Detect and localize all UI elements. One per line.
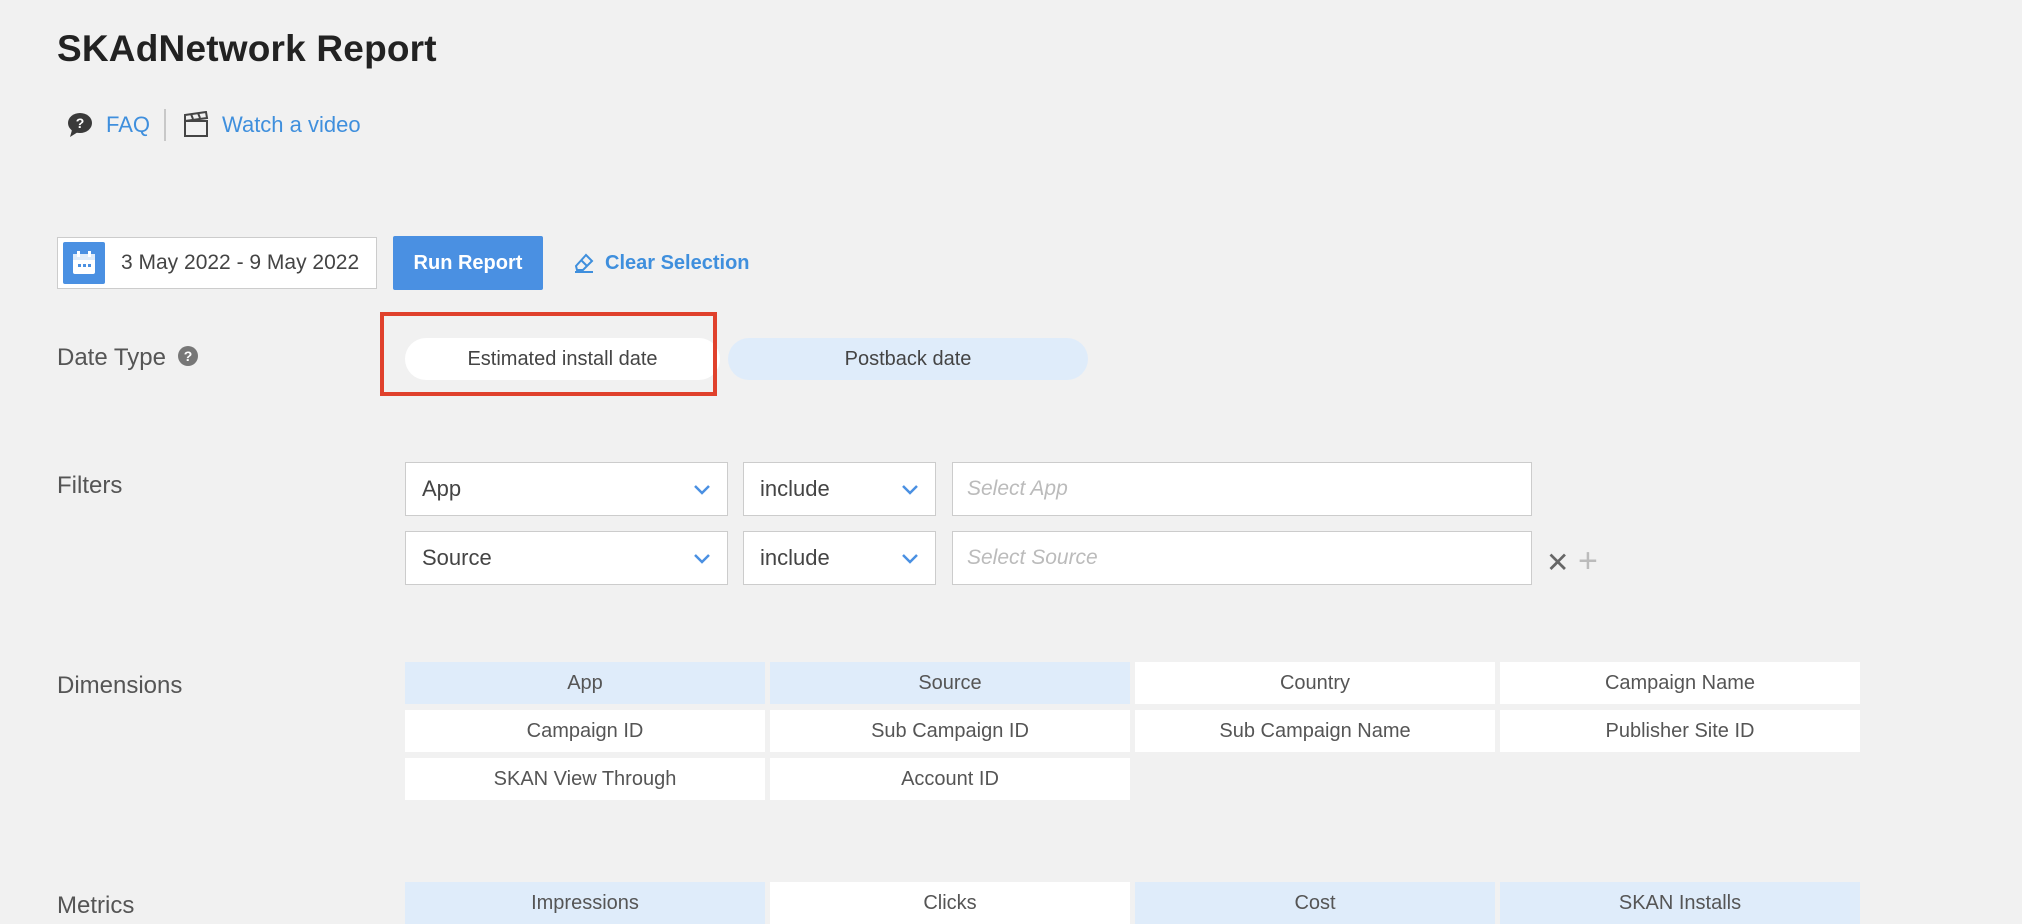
report-toolbar: 3 May 2022 - 9 May 2022 Run Report Clear… bbox=[57, 236, 750, 290]
clear-selection-button[interactable]: Clear Selection bbox=[573, 252, 750, 275]
filter-field-value: Source bbox=[422, 545, 492, 570]
select-app-input[interactable]: Select App bbox=[952, 462, 1532, 516]
clapperboard-icon bbox=[184, 111, 209, 137]
add-filter-icon[interactable]: + bbox=[1578, 542, 1598, 581]
select-source-input[interactable]: Select Source bbox=[952, 531, 1532, 585]
help-icon[interactable]: ? bbox=[177, 345, 198, 366]
dimension-country[interactable]: Country bbox=[1135, 662, 1495, 704]
chevron-down-icon bbox=[694, 554, 710, 564]
metrics-label: Metrics bbox=[57, 892, 135, 919]
select-app-placeholder: Select App bbox=[967, 477, 1068, 500]
dimension-account-id[interactable]: Account ID bbox=[770, 758, 1130, 800]
dimensions-grid: App Source Country Campaign Name Campaig… bbox=[405, 662, 1860, 800]
svg-text:?: ? bbox=[76, 115, 85, 131]
date-type-label: Date Type? bbox=[57, 344, 198, 372]
watch-video-link[interactable]: Watch a video bbox=[182, 111, 361, 139]
faq-label: FAQ bbox=[106, 112, 151, 137]
dimension-campaign-id[interactable]: Campaign ID bbox=[405, 710, 765, 752]
filter-operator-value: include bbox=[760, 545, 830, 570]
clear-selection-label: Clear Selection bbox=[605, 251, 750, 274]
date-type-text: Date Type bbox=[57, 344, 166, 371]
date-type-postback[interactable]: Postback date bbox=[728, 338, 1088, 380]
filter-operator-value: include bbox=[760, 476, 830, 501]
faq-link[interactable]: ? FAQ bbox=[66, 111, 150, 139]
run-report-button[interactable]: Run Report bbox=[393, 236, 543, 290]
filter-field-value: App bbox=[422, 476, 462, 501]
filters-label: Filters bbox=[57, 472, 123, 499]
dimension-skan-view-through[interactable]: SKAN View Through bbox=[405, 758, 765, 800]
highlight-annotation bbox=[380, 312, 717, 396]
dimension-source[interactable]: Source bbox=[770, 662, 1130, 704]
faq-icon: ? bbox=[68, 113, 92, 137]
select-source-placeholder: Select Source bbox=[967, 546, 1098, 569]
filter-field-select-source[interactable]: Source bbox=[405, 531, 728, 585]
help-links: ? FAQ Watch a video bbox=[66, 105, 361, 145]
link-divider bbox=[164, 109, 167, 141]
dimensions-label: Dimensions bbox=[57, 672, 183, 699]
dimension-campaign-name[interactable]: Campaign Name bbox=[1500, 662, 1860, 704]
page-title: SKAdNetwork Report bbox=[57, 28, 437, 69]
filter-operator-select-source[interactable]: include bbox=[743, 531, 936, 585]
date-range-text: 3 May 2022 - 9 May 2022 bbox=[121, 251, 360, 274]
dimension-app[interactable]: App bbox=[405, 662, 765, 704]
dimension-sub-campaign-id[interactable]: Sub Campaign ID bbox=[770, 710, 1130, 752]
filter-field-select-app[interactable]: App bbox=[405, 462, 728, 516]
chevron-down-icon bbox=[902, 554, 918, 564]
chevron-down-icon bbox=[902, 485, 918, 495]
chevron-down-icon bbox=[694, 485, 710, 495]
dimension-publisher-site-id[interactable]: Publisher Site ID bbox=[1500, 710, 1860, 752]
calendar-icon bbox=[63, 242, 105, 284]
date-range-picker[interactable]: 3 May 2022 - 9 May 2022 bbox=[57, 237, 377, 289]
watch-video-label: Watch a video bbox=[222, 112, 361, 137]
filter-operator-select-app[interactable]: include bbox=[743, 462, 936, 516]
remove-filter-icon[interactable]: ✕ bbox=[1546, 546, 1569, 579]
dimension-sub-campaign-name[interactable]: Sub Campaign Name bbox=[1135, 710, 1495, 752]
eraser-icon bbox=[574, 253, 594, 273]
